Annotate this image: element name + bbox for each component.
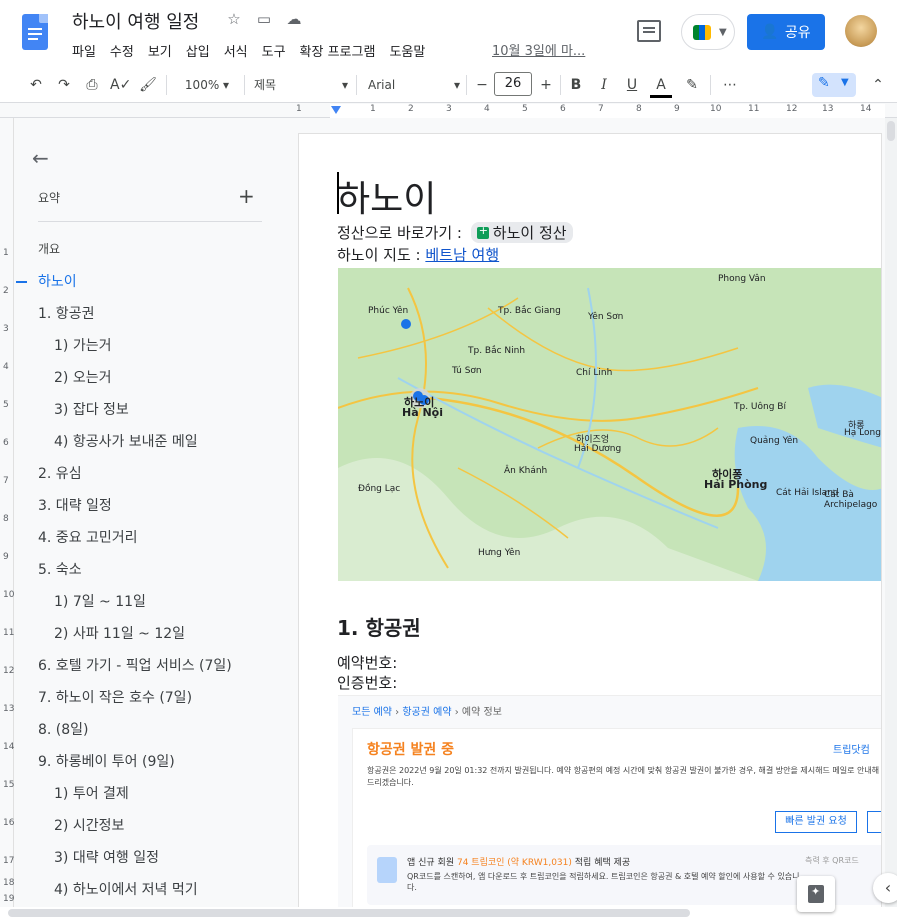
outline-item[interactable]: 9. 하롱베이 투어 (9일) xyxy=(14,746,284,778)
chevron-up-icon[interactable]: ⌃ xyxy=(868,74,888,96)
font-size-increase[interactable]: + xyxy=(536,74,556,96)
menu-format[interactable]: 서식 xyxy=(224,38,255,63)
outline-item[interactable]: 1. 항공권 xyxy=(14,298,284,330)
menu-view[interactable]: 보기 xyxy=(148,38,179,63)
vertical-scrollbar[interactable] xyxy=(885,118,897,908)
font-select[interactable]: Arial ▾ xyxy=(368,74,460,96)
document-title[interactable]: 하노이 여행 일정 xyxy=(72,8,199,34)
text-color-button[interactable]: A xyxy=(650,74,672,98)
outline-item[interactable]: 6. 호텔 가기 - 픽업 서비스 (7일) xyxy=(14,650,284,682)
outline-item[interactable]: 1) 투어 결제 xyxy=(14,778,284,810)
font-size-decrease[interactable]: − xyxy=(472,74,492,96)
print-icon[interactable]: ⎙ xyxy=(82,74,102,96)
booking-breadcrumb: 모든 예약 › 항공권 예약 › 예약 정보 xyxy=(352,707,502,718)
horizontal-ruler[interactable]: 1 1 2 3 4 5 6 7 8 9 10 11 12 13 14 xyxy=(0,104,897,118)
menu-edit[interactable]: 수정 xyxy=(110,38,141,63)
editing-mode-button[interactable]: ✎ ▼ xyxy=(812,73,856,97)
settlement-line: 정산으로 바로가기 : 하노이 정산 xyxy=(337,222,573,243)
underline-button[interactable]: U xyxy=(622,74,642,96)
outline-label: 개요 xyxy=(38,242,61,256)
outline-item[interactable]: 1) 가는거 xyxy=(14,330,284,362)
settlement-chip[interactable]: 하노이 정산 xyxy=(470,222,573,243)
outline-item[interactable]: 1) 7일 ~ 11일 xyxy=(14,586,284,618)
map-link[interactable]: 베트남 여행 xyxy=(425,246,499,264)
highlight-icon[interactable]: ✎ xyxy=(682,74,702,96)
outline-item[interactable]: 2) 오는거 xyxy=(14,362,284,394)
person-add-icon: 👤 xyxy=(761,24,779,40)
add-summary-button[interactable]: + xyxy=(238,184,255,208)
outline-item[interactable]: 3) 잡다 정보 xyxy=(14,394,284,426)
booking-status: 항공권 발권 중 xyxy=(367,742,455,758)
outline-item[interactable]: 5. 숙소 xyxy=(14,554,284,586)
toolbar: ↶ ↷ ⎙ A✓ 🖌 100% ▾ 제목 ▾ Arial ▾ − + B I U A… xyxy=(0,66,897,103)
cloud-status-icon[interactable]: ☁ xyxy=(285,10,303,28)
fast-issue-button: 빠른 발권 요청 xyxy=(775,811,857,833)
menu-extensions[interactable]: 확장 프로그램 xyxy=(300,38,383,63)
auth-number[interactable]: 인증번호: xyxy=(337,672,397,693)
phone-icon xyxy=(377,857,397,883)
map-line: 하노이 지도 : 베트남 여행 xyxy=(337,246,500,264)
side-panel-toggle[interactable]: ‹ xyxy=(873,873,897,903)
menu-insert[interactable]: 삽입 xyxy=(186,38,217,63)
menu-bar: 파일 수정 보기 삽입 서식 도구 확장 프로그램 도움말 xyxy=(72,38,439,63)
spellcheck-icon[interactable]: A✓ xyxy=(110,74,131,96)
undo-icon[interactable]: ↶ xyxy=(26,74,46,96)
sheets-icon xyxy=(476,224,489,239)
meet-button[interactable]: ▼ xyxy=(681,14,735,50)
menu-file[interactable]: 파일 xyxy=(72,38,103,63)
comment-history-icon[interactable] xyxy=(637,20,661,42)
outline-item[interactable]: 하노이 xyxy=(14,266,284,298)
share-label: 공유 xyxy=(784,25,811,41)
document-outline: ← 요약 + 개요 하노이 1. 항공권 1) 가는거 2) 오는거 3) 잡다 정보 4… xyxy=(14,118,284,908)
chevron-down-icon: ▼ xyxy=(841,77,849,88)
outline-item[interactable]: 3. 대략 일정 xyxy=(14,490,284,522)
meet-icon xyxy=(693,25,711,40)
chevron-down-icon: ▼ xyxy=(719,27,727,38)
vertical-ruler[interactable]: 1 2 3 4 5 6 7 8 9 10 11 12 13 14 15 16 1… xyxy=(0,118,14,908)
share-button[interactable]: 👤 공유 xyxy=(747,14,825,50)
section-heading[interactable]: 1. 항공권 xyxy=(337,612,421,641)
secondary-button xyxy=(867,811,881,833)
map-image[interactable]: Phong Vân Tp. Bắc Giang Phúc Yên Tp. Bắc… xyxy=(338,268,881,581)
style-select[interactable]: 제목 ▾ xyxy=(254,74,348,96)
docs-logo-icon[interactable] xyxy=(22,14,48,50)
last-edit-link[interactable]: 10월 3일에 마... xyxy=(492,40,585,59)
vertical-scroll-thumb[interactable] xyxy=(887,121,895,141)
outline-item[interactable]: 2. 유심 xyxy=(14,458,284,490)
outline-item[interactable]: 2) 시간정보 xyxy=(14,810,284,842)
top-bar: 하노이 여행 일정 ☆ ▭ ☁ 파일 수정 보기 삽입 서식 도구 확장 프로그… xyxy=(0,0,897,66)
bold-button[interactable]: B xyxy=(566,74,586,96)
paint-format-icon[interactable]: 🖌 xyxy=(138,74,158,96)
text-cursor xyxy=(337,172,339,214)
document-page[interactable]: 하노이 정산으로 바로가기 : 하노이 정산 하노이 지도 : 베트남 여행 xyxy=(299,134,881,919)
outline-item[interactable]: 4. 중요 고민거리 xyxy=(14,522,284,554)
reservation-number[interactable]: 예약번호: xyxy=(337,652,397,673)
outline-item[interactable]: 8. (8일) xyxy=(14,714,284,746)
back-arrow-icon[interactable]: ← xyxy=(32,146,49,170)
star-icon[interactable]: ☆ xyxy=(225,10,243,28)
explore-icon xyxy=(808,885,824,903)
outline-item[interactable]: 2) 사파 11일 ~ 12일 xyxy=(14,618,284,650)
explore-button[interactable] xyxy=(797,876,835,912)
trip-tag: 트립닷컴 xyxy=(833,745,870,756)
move-folder-icon[interactable]: ▭ xyxy=(255,10,273,28)
italic-button[interactable]: I xyxy=(594,74,614,96)
summary-label: 요약 xyxy=(38,191,61,205)
more-icon[interactable]: ⋯ xyxy=(720,74,740,96)
booking-description: 항공권은 2022년 9월 20일 01:32 전까지 발권됩니다. 예약 항공… xyxy=(367,766,880,787)
outline-item[interactable]: 4) 항공사가 보내준 메일 xyxy=(14,426,284,458)
outline-item[interactable]: 4) 하노이에서 저녁 먹기 xyxy=(14,874,284,906)
document-heading[interactable]: 하노이 xyxy=(337,170,436,222)
pencil-icon: ✎ xyxy=(818,75,830,91)
avatar[interactable] xyxy=(845,15,877,47)
outline-list: 하노이 1. 항공권 1) 가는거 2) 오는거 3) 잡다 정보 4) 항공사가 보내준… xyxy=(14,266,284,906)
menu-help[interactable]: 도움말 xyxy=(389,38,432,63)
menu-tools[interactable]: 도구 xyxy=(262,38,293,63)
zoom-select[interactable]: 100% ▾ xyxy=(178,74,236,96)
horizontal-scroll-thumb[interactable] xyxy=(8,909,690,917)
outline-item[interactable]: 7. 하노이 작은 호수 (7일) xyxy=(14,682,284,714)
redo-icon[interactable]: ↷ xyxy=(54,74,74,96)
font-size-input[interactable]: 26 xyxy=(494,72,532,96)
outline-item[interactable]: 3) 대략 여행 일정 xyxy=(14,842,284,874)
